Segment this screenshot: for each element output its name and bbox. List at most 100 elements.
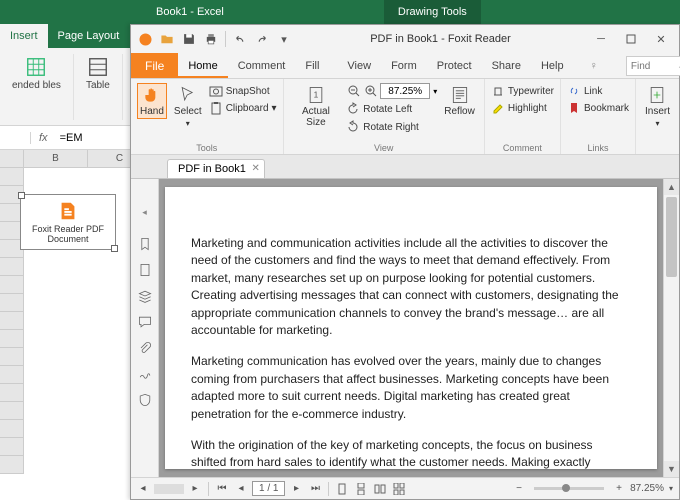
document-area: ◂ Marketing and communication activities… (131, 179, 679, 477)
first-page-icon[interactable]: ⏮ (214, 481, 230, 497)
file-tab[interactable]: File (131, 53, 178, 78)
zoom-field[interactable] (380, 83, 430, 99)
foxit-titlebar: ▾ PDF in Book1 - Foxit Reader ─ ✕ (131, 25, 679, 53)
document-tabs: PDF in Book1 ✕ (131, 155, 679, 179)
rotate-left-button[interactable]: Rotate Left (346, 101, 437, 117)
next-page-icon[interactable]: ▸ (288, 481, 304, 497)
tell-me[interactable]: ♀ Tell me… (580, 53, 626, 78)
scroll-left-icon[interactable]: ◂ (135, 481, 151, 497)
embedded-pdf-object[interactable]: Foxit Reader PDF Document (20, 194, 116, 250)
foxit-pdf-icon (57, 200, 79, 222)
hand-tool-button[interactable]: Hand (137, 83, 167, 119)
maximize-button[interactable] (617, 29, 645, 49)
scroll-right-icon[interactable]: ▸ (187, 481, 203, 497)
actual-size-button[interactable]: 1 Actual Size (290, 83, 343, 130)
facing-icon[interactable] (372, 481, 388, 497)
zoom-in-status-icon[interactable]: + (611, 481, 627, 497)
tab-fill-sign[interactable]: Fill & Sign (295, 53, 337, 78)
facing-continuous-icon[interactable] (391, 481, 407, 497)
typewriter-button[interactable]: Typewriter (491, 83, 554, 99)
panel-collapse-icon[interactable]: ◂ (142, 203, 147, 228)
excel-title: Book1 - Excel (156, 6, 224, 18)
view-group-label: View (284, 143, 484, 153)
status-bar: ◂ ▸ ⏮ ◂ 1 / 1 ▸ ⏭ − + 87.25% ▾ (131, 477, 679, 499)
minimize-button[interactable]: ─ (587, 29, 615, 49)
qat-dropdown-icon[interactable]: ▾ (274, 29, 294, 49)
last-page-icon[interactable]: ⏭ (307, 481, 323, 497)
page-indicator[interactable]: 1 / 1 (252, 481, 285, 496)
drawing-tools-context[interactable]: Drawing Tools (384, 0, 481, 24)
rotate-right-button[interactable]: Rotate Right (346, 119, 437, 135)
zoom-slider[interactable] (534, 487, 604, 490)
tab-comment[interactable]: Comment (228, 53, 296, 78)
tools-group-label: Tools (131, 143, 283, 153)
continuous-icon[interactable] (353, 481, 369, 497)
tab-page-layout[interactable]: Page Layout (48, 24, 130, 48)
table-button[interactable]: Table (82, 54, 114, 93)
scroll-up-icon[interactable]: ▲ (664, 179, 679, 195)
print-icon[interactable] (201, 29, 221, 49)
pages-panel-icon[interactable] (135, 260, 155, 280)
zoom-out-button[interactable] (346, 83, 362, 99)
zoom-dropdown-icon[interactable]: ▾ (667, 484, 675, 493)
page-view[interactable]: Marketing and communication activities i… (159, 179, 663, 477)
tab-protect[interactable]: Protect (427, 53, 482, 78)
scroll-thumb[interactable] (666, 197, 677, 277)
bookmarks-panel-icon[interactable] (135, 234, 155, 254)
fx-icon[interactable]: fx (30, 132, 56, 144)
insert-button[interactable]: Insert▾ (642, 83, 673, 131)
bookmark-button[interactable]: Bookmark (567, 100, 629, 116)
embedded-pdf-label: Foxit Reader PDF Document (21, 224, 115, 244)
foxit-app-icon[interactable] (135, 29, 155, 49)
paragraph-3: With the origination of the key of marke… (191, 437, 631, 472)
comments-panel-icon[interactable] (135, 312, 155, 332)
single-page-icon[interactable] (334, 481, 350, 497)
clipboard-button[interactable]: Clipboard ▾ (209, 100, 277, 116)
foxit-ribbon: Hand Select▾ SnapShot Clipboard ▾ Tools … (131, 79, 679, 155)
zoom-in-button[interactable] (363, 83, 379, 99)
tab-help[interactable]: Help (531, 53, 574, 78)
select-all-cell[interactable] (0, 150, 24, 167)
foxit-tabstrip: File Home Comment Fill & Sign View Form … (131, 53, 679, 79)
redo-icon[interactable] (252, 29, 272, 49)
doc-tab-label: PDF in Book1 (178, 163, 246, 175)
tab-insert[interactable]: Insert (0, 24, 48, 48)
hscroll-track[interactable] (154, 484, 184, 494)
links-group-label: Links (561, 143, 635, 153)
pdf-page: Marketing and communication activities i… (165, 187, 657, 469)
undo-icon[interactable] (230, 29, 250, 49)
doc-tab-pdf[interactable]: PDF in Book1 ✕ (167, 159, 265, 178)
side-panel: ◂ (131, 179, 159, 477)
prev-page-icon[interactable]: ◂ (233, 481, 249, 497)
search-prev-icon[interactable]: ◂ (675, 60, 680, 73)
zoom-out-status-icon[interactable]: − (511, 481, 527, 497)
col-header-b[interactable]: B (24, 150, 88, 167)
tab-home[interactable]: Home (178, 53, 227, 78)
comment-group-label: Comment (485, 143, 560, 153)
attachments-panel-icon[interactable] (135, 338, 155, 358)
recommended-tables-button[interactable]: ended bles (8, 54, 65, 93)
security-panel-icon[interactable] (135, 390, 155, 410)
tab-share[interactable]: Share (482, 53, 531, 78)
paragraph-1: Marketing and communication activities i… (191, 235, 631, 339)
paragraph-2: Marketing communication has evolved over… (191, 353, 631, 423)
tab-view[interactable]: View (337, 53, 381, 78)
open-icon[interactable] (157, 29, 177, 49)
save-icon[interactable] (179, 29, 199, 49)
search-box[interactable]: ◂ ▸ (626, 56, 680, 76)
scrollbar-vertical[interactable]: ▲ ▼ (663, 179, 679, 477)
close-button[interactable]: ✕ (647, 29, 675, 49)
signatures-panel-icon[interactable] (135, 364, 155, 384)
layers-panel-icon[interactable] (135, 286, 155, 306)
link-button[interactable]: Link (567, 83, 629, 99)
search-input[interactable] (627, 61, 675, 72)
doc-tab-close-icon[interactable]: ✕ (251, 163, 259, 174)
snapshot-button[interactable]: SnapShot (209, 83, 277, 99)
tab-form[interactable]: Form (381, 53, 427, 78)
highlight-button[interactable]: Highlight (491, 100, 554, 116)
foxit-window: ▾ PDF in Book1 - Foxit Reader ─ ✕ File H… (130, 24, 680, 500)
scroll-down-icon[interactable]: ▼ (664, 461, 679, 477)
select-tool-button[interactable]: Select▾ (171, 83, 205, 131)
foxit-title: PDF in Book1 - Foxit Reader (370, 33, 511, 45)
reflow-button[interactable]: Reflow (441, 83, 478, 119)
